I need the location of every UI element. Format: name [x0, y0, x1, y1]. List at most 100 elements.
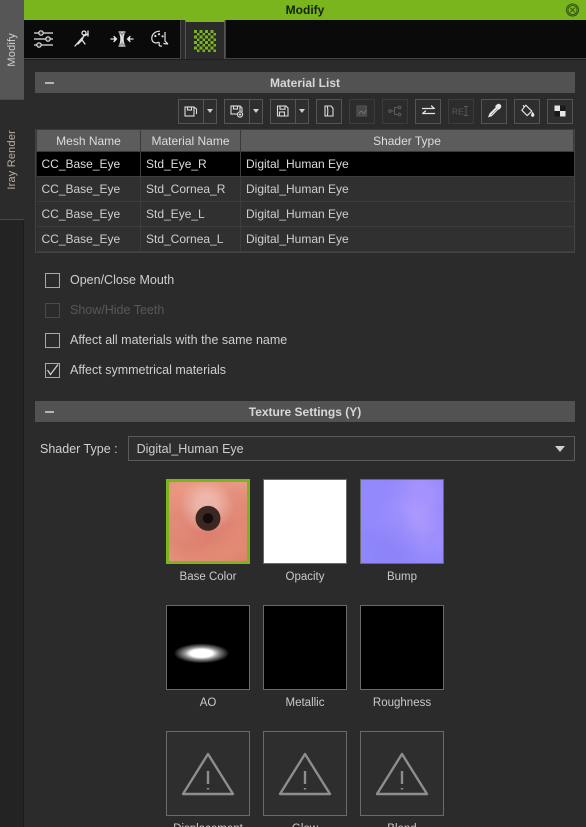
warning-triangle-icon: [278, 752, 332, 795]
material-tree-button: [382, 98, 408, 124]
eye-texture-image: [169, 482, 247, 561]
cell-mesh-name: CC_Base_Eye: [36, 201, 141, 227]
affect-symmetrical-materials-checkbox[interactable]: Affect symmetrical materials: [45, 355, 575, 385]
column-header-material-name[interactable]: Material Name: [140, 129, 241, 152]
checkerboard-icon: [194, 29, 216, 52]
chevron-down-icon[interactable]: [249, 99, 262, 123]
texture-thumbnail[interactable]: [263, 479, 347, 564]
texture-channel-opacity[interactable]: Opacity: [257, 479, 354, 583]
warning-texture-image: [167, 732, 249, 815]
table-row[interactable]: CC_Base_Eye Std_Cornea_R Digital_Human E…: [36, 176, 574, 202]
cell-mesh-name: CC_Base_Eye: [36, 151, 141, 177]
checkbox-box: [45, 362, 60, 378]
table-row[interactable]: CC_Base_Eye Std_Cornea_L Digital_Human E…: [36, 226, 574, 252]
cell-shader-type: Digital_Human Eye: [240, 176, 574, 202]
open-close-mouth-checkbox[interactable]: Open/Close Mouth: [45, 265, 575, 295]
texture-channel-blend[interactable]: Blend: [354, 731, 451, 827]
material-tab[interactable]: [185, 20, 225, 59]
checkbox-box: [45, 302, 60, 318]
cell-material-name: Std_Eye_R: [140, 151, 241, 177]
material-options: Open/Close Mouth Show/Hide Teeth Affect …: [35, 253, 575, 389]
cell-mesh-name: CC_Base_Eye: [36, 176, 141, 202]
save-material-button[interactable]: [224, 98, 263, 124]
texture-thumbnail[interactable]: [263, 731, 347, 816]
texture-channel-roughness[interactable]: Roughness: [354, 605, 451, 709]
rail-tab-iray-render-label: Iray Render: [6, 129, 18, 190]
checker-material-button[interactable]: [547, 98, 573, 124]
column-header-shader-type[interactable]: Shader Type: [240, 129, 574, 152]
cell-mesh-name: CC_Base_Eye: [36, 226, 141, 252]
shader-type-dropdown[interactable]: Digital_Human Eye: [127, 436, 575, 461]
save-material-add-icon: [225, 103, 249, 119]
table-row[interactable]: CC_Base_Eye Std_Eye_R Digital_Human Eye: [36, 151, 574, 177]
show-hide-teeth-label: Show/Hide Teeth: [70, 303, 165, 317]
affect-symmetrical-materials-label: Affect symmetrical materials: [70, 363, 227, 377]
fill-material-button[interactable]: [514, 98, 540, 124]
table-header-row: Mesh Name Material Name Shader Type: [36, 129, 574, 152]
black-texture-image: [361, 606, 443, 689]
panel-body: Material List RE Mesh Name Material Name…: [24, 60, 586, 827]
transform-arrows-icon: [109, 31, 134, 47]
swap-material-button[interactable]: [415, 98, 441, 124]
paste-material-icon: [350, 103, 374, 119]
texture-label: Opacity: [285, 571, 325, 583]
close-circle-icon: [567, 4, 578, 16]
window-titlebar: Modify: [24, 0, 586, 20]
affect-all-materials-checkbox[interactable]: Affect all materials with the same name: [45, 325, 575, 355]
eyedropper-icon: [482, 103, 506, 119]
texture-thumbnail[interactable]: [360, 479, 444, 564]
texture-settings-section-header[interactable]: Texture Settings (Y): [35, 401, 575, 422]
table-row[interactable]: CC_Base_Eye Std_Eye_L Digital_Human Eye: [36, 201, 574, 227]
black-texture-image: [264, 606, 346, 689]
toolbar-empty-area: [225, 20, 586, 59]
checkbox-box: [45, 272, 60, 288]
texture-channel-bump[interactable]: Bump: [354, 479, 451, 583]
texture-thumbnail[interactable]: [166, 731, 250, 816]
top-toolbar: [24, 20, 586, 60]
texture-channel-metallic[interactable]: Metallic: [257, 605, 354, 709]
material-list-section-header[interactable]: Material List: [35, 72, 575, 93]
texture-thumbnail[interactable]: [166, 479, 250, 564]
material-table-wrapper: Mesh Name Material Name Shader Type CC_B…: [35, 129, 575, 253]
show-hide-teeth-checkbox: Show/Hide Teeth: [45, 295, 575, 325]
texture-thumbnail[interactable]: [360, 605, 444, 690]
checkmark-icon: [47, 363, 59, 376]
texture-channel-ao[interactable]: AO: [160, 605, 257, 709]
copy-material-button[interactable]: [316, 98, 342, 124]
sliders-icon: [33, 30, 53, 48]
palette-tool-button[interactable]: [141, 20, 180, 58]
open-close-mouth-label: Open/Close Mouth: [70, 273, 175, 287]
checkbox-box: [45, 332, 60, 348]
rail-tab-modify-label: Modify: [6, 32, 18, 67]
rail-tab-modify[interactable]: Modify: [0, 0, 24, 100]
pose-tool-button[interactable]: [63, 20, 102, 58]
texture-label: Bump: [386, 571, 418, 583]
chevron-down-icon[interactable]: [203, 99, 216, 123]
transform-tool-button[interactable]: [102, 20, 141, 58]
chevron-down-icon[interactable]: [295, 99, 308, 123]
warning-texture-image: [264, 732, 346, 815]
page-title: Modify: [285, 3, 325, 17]
texture-channel-base-color[interactable]: Base Color: [160, 479, 257, 583]
load-material-button[interactable]: [178, 98, 217, 124]
texture-label: Metallic: [285, 697, 325, 709]
column-header-mesh-name[interactable]: Mesh Name: [36, 129, 141, 152]
save-preset-button[interactable]: [270, 98, 309, 124]
texture-channel-displacement[interactable]: Displacement: [160, 731, 257, 827]
rail-tab-iray-render[interactable]: Iray Render: [0, 100, 24, 220]
texture-thumbnail[interactable]: [360, 731, 444, 816]
texture-label: Displacement: [173, 823, 243, 827]
pick-material-button[interactable]: [481, 98, 507, 124]
pose-figure-icon: [73, 30, 89, 47]
modify-panel: Modify Iray Render Modify Material List …: [0, 0, 586, 827]
bump-texture-image: [361, 480, 443, 563]
close-icon[interactable]: [566, 3, 579, 17]
attribute-settings-button[interactable]: [24, 20, 63, 58]
hierarchy-icon: [383, 103, 407, 119]
texture-channel-glow[interactable]: Glow: [257, 731, 354, 827]
cell-shader-type: Digital_Human Eye: [240, 151, 574, 177]
texture-label: Base Color: [179, 571, 237, 583]
texture-thumbnail[interactable]: [166, 605, 250, 690]
shader-type-value: Digital_Human Eye: [136, 441, 244, 456]
texture-thumbnail[interactable]: [263, 605, 347, 690]
